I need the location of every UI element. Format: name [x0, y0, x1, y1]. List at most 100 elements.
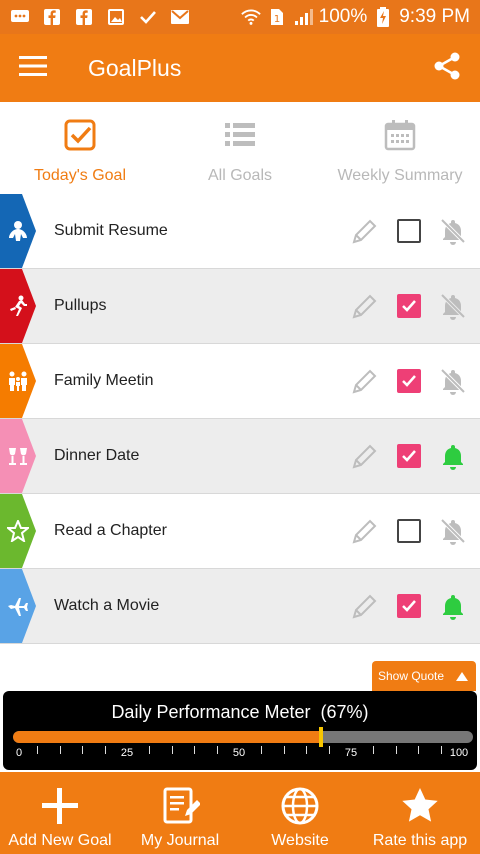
edit-button[interactable] — [350, 441, 380, 471]
meter-tick — [216, 746, 218, 754]
goal-checkbox[interactable] — [394, 441, 424, 471]
reminder-button[interactable] — [438, 516, 468, 546]
pencil-icon — [352, 444, 377, 469]
checkbox-checked — [397, 369, 421, 393]
sim-icon: 1 — [267, 8, 287, 26]
nav-label: Rate this app — [372, 832, 468, 849]
checkbox-checked — [397, 444, 421, 468]
checkbox-unchecked — [397, 219, 421, 243]
facebook-icon — [74, 8, 94, 26]
goal-row[interactable]: Family Meetin — [0, 344, 480, 419]
edit-button[interactable] — [350, 216, 380, 246]
meter-tick — [328, 746, 330, 754]
bell-off-icon — [440, 518, 466, 545]
meter-tick — [395, 746, 397, 754]
website-button[interactable]: Website — [240, 772, 360, 854]
edit-button[interactable] — [350, 516, 380, 546]
bell-on-icon — [443, 595, 463, 620]
meter-scale-label: 25 — [120, 747, 134, 759]
meter-tick — [440, 746, 442, 754]
checkmark-icon — [402, 600, 416, 612]
notification-icons — [10, 8, 190, 26]
goal-row[interactable]: Watch a Movie — [0, 569, 480, 644]
meter-tick — [283, 746, 285, 754]
goal-badge — [0, 494, 36, 568]
battery-charging-icon — [373, 7, 393, 27]
goal-row[interactable]: Read a Chapter — [0, 494, 480, 569]
tab-weekly-summary[interactable]: Weekly Summary — [320, 102, 480, 194]
checkmark-icon — [402, 375, 416, 387]
meter-tick — [194, 746, 196, 754]
add-new-goal-button[interactable]: Add New Goal — [0, 772, 120, 854]
goal-checkbox[interactable] — [394, 591, 424, 621]
battery-percent: 100% — [318, 6, 368, 27]
goal-row[interactable]: Dinner Date — [0, 419, 480, 494]
runner-icon — [10, 295, 27, 316]
goal-actions — [350, 591, 468, 621]
goal-badge — [0, 344, 36, 418]
goal-name: Dinner Date — [54, 447, 140, 464]
system-status: 1 100% 9:39 PM — [240, 6, 470, 28]
edit-button[interactable] — [350, 591, 380, 621]
reminder-button[interactable] — [438, 591, 468, 621]
goal-actions — [350, 366, 468, 396]
tab-all-goals[interactable]: All Goals — [160, 102, 320, 194]
pencil-icon — [352, 519, 377, 544]
tab-label: Today's Goal — [34, 167, 126, 184]
goal-row[interactable]: Pullups — [0, 269, 480, 344]
check-icon — [138, 8, 158, 26]
meter-tick — [104, 746, 106, 754]
svg-text:1: 1 — [273, 14, 279, 25]
edit-button[interactable] — [350, 291, 380, 321]
signal-icon — [293, 8, 313, 26]
goal-row[interactable]: Submit Resume — [0, 194, 480, 269]
tab-todays-goal[interactable]: Today's Goal — [0, 102, 160, 194]
goal-checkbox[interactable] — [394, 216, 424, 246]
reminder-button[interactable] — [438, 366, 468, 396]
goal-actions — [350, 441, 468, 471]
bell-off-icon — [440, 218, 466, 245]
tab-label: Weekly Summary — [337, 167, 463, 184]
goal-badge — [0, 269, 36, 343]
reminder-button[interactable] — [438, 216, 468, 246]
goal-checkbox[interactable] — [394, 366, 424, 396]
plus-icon — [42, 788, 78, 824]
reminder-button[interactable] — [438, 441, 468, 471]
bottom-nav: Add New Goal My Journal Website Rate thi… — [0, 772, 480, 854]
mail-icon — [170, 8, 190, 26]
meter-tick — [59, 746, 61, 754]
rate-app-button[interactable]: Rate this app — [360, 772, 480, 854]
reminder-button[interactable] — [438, 291, 468, 321]
performance-meter: Daily Performance Meter (67%) 0 25 50 75 100 — [3, 691, 477, 770]
edit-button[interactable] — [350, 366, 380, 396]
pencil-icon — [352, 219, 377, 244]
goal-checkbox[interactable] — [394, 516, 424, 546]
meter-tick — [418, 746, 420, 754]
status-bar: 1 100% 9:39 PM — [0, 0, 480, 34]
globe-icon — [281, 787, 319, 825]
nav-label: My Journal — [140, 832, 220, 849]
checkbox-checked — [397, 294, 421, 318]
my-journal-button[interactable]: My Journal — [120, 772, 240, 854]
share-button[interactable] — [414, 34, 480, 102]
goal-checkbox[interactable] — [394, 291, 424, 321]
chevron-up-icon — [456, 671, 468, 681]
meter-fill — [13, 731, 322, 743]
goal-name: Read a Chapter — [54, 522, 167, 539]
goal-badge — [0, 569, 36, 643]
meter-scale-label: 50 — [232, 747, 246, 759]
plane-icon — [8, 598, 28, 616]
goal-badge — [0, 419, 36, 493]
share-icon — [432, 51, 462, 86]
menu-button[interactable] — [0, 34, 66, 102]
meter-scale-label: 75 — [344, 747, 358, 759]
star-icon — [7, 520, 29, 542]
meter-tick — [149, 746, 151, 754]
meter-tick — [373, 746, 375, 754]
show-quote-button[interactable]: Show Quote — [372, 661, 476, 691]
pencil-icon — [352, 369, 377, 394]
goal-name: Submit Resume — [54, 222, 168, 239]
checkmark-icon — [402, 300, 416, 312]
nav-label: Add New Goal — [8, 832, 112, 849]
message-icon — [10, 8, 30, 26]
